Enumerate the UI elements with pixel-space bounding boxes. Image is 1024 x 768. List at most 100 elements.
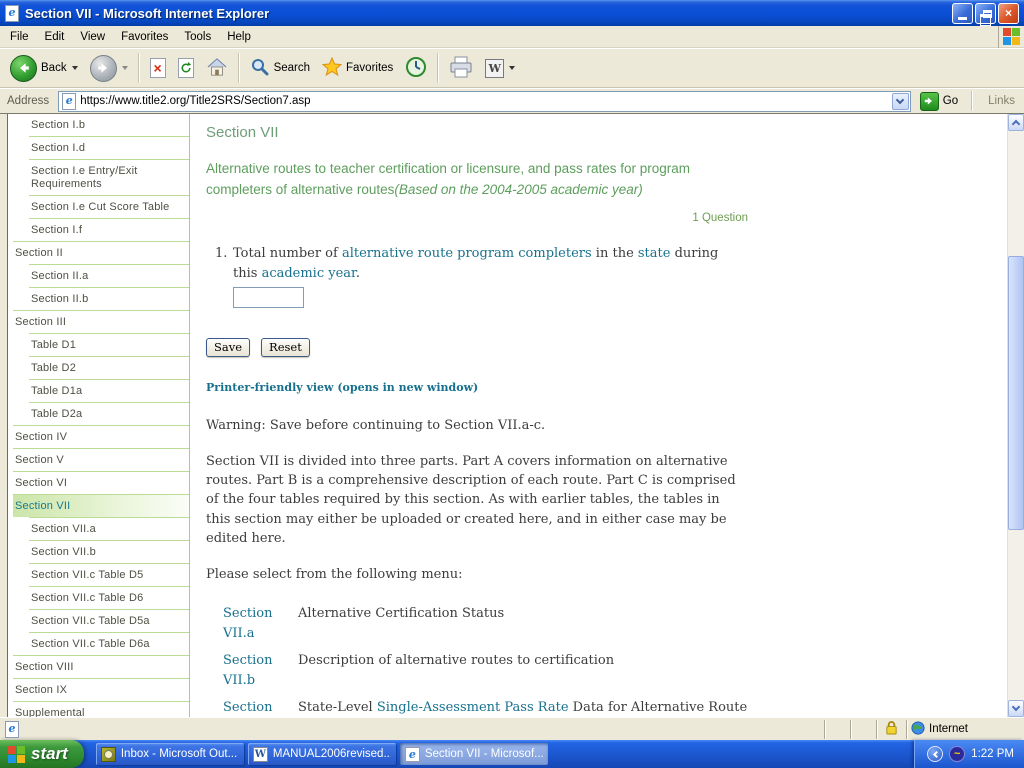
sidebar-item-section-v[interactable]: Section V <box>13 448 189 471</box>
windows-logo <box>998 25 1024 48</box>
sidebar-item-table-d1a[interactable]: Table D1a <box>29 379 189 402</box>
sidebar-item-section-ii[interactable]: Section II <box>13 241 189 264</box>
question-1: 1. Total number of alternative route pro… <box>206 244 748 308</box>
close-button[interactable]: × <box>998 2 1019 24</box>
scrollbar-track[interactable] <box>1008 131 1024 700</box>
sidebar-item-section-viii[interactable]: Section VIII <box>13 655 189 678</box>
sidebar-item-section-i-e-entry-exit-requirements[interactable]: Section I.e Entry/Exit Requirements <box>29 159 189 195</box>
ie-icon <box>404 746 420 762</box>
search-icon <box>250 57 270 80</box>
start-button[interactable]: start <box>0 740 84 768</box>
sidebar-item-supplemental[interactable]: Supplemental <box>13 701 189 717</box>
scroll-up-button[interactable] <box>1008 114 1024 131</box>
edit-dropdown-icon[interactable] <box>509 66 516 70</box>
scrollbar-thumb[interactable] <box>1008 256 1024 530</box>
address-input[interactable]: https://www.title2.org/Title2SRS/Section… <box>58 90 911 112</box>
title-bar: Section VII - Microsoft Internet Explore… <box>0 0 1024 26</box>
menu-row: Section VII.a Alternative Certification S… <box>206 604 748 643</box>
sidebar-item-section-vii-a[interactable]: Section VII.a <box>29 517 189 540</box>
page-status-icon <box>5 720 19 738</box>
sidebar-item-section-i-e-cut-score-table[interactable]: Section I.e Cut Score Table <box>29 195 189 218</box>
inline-link[interactable]: academic year <box>262 266 356 281</box>
address-dropdown-button[interactable] <box>891 92 909 110</box>
home-button[interactable] <box>200 54 234 83</box>
sidebar-item-section-vii-b[interactable]: Section VII.b <box>29 540 189 563</box>
section-menu-link[interactable]: Section VII.c <box>223 700 272 717</box>
taskbar-button[interactable]: Section VII - Microsof... <box>399 743 548 765</box>
word-edit-icon: W <box>485 58 505 78</box>
section-menu-link[interactable]: Section VII.a <box>223 606 272 641</box>
favorites-star-icon <box>321 56 343 80</box>
ie-page-icon <box>5 4 19 22</box>
sidebar-item-section-vii[interactable]: Section VII <box>13 494 189 517</box>
subtitle-note: (Based on the 2004-2005 academic year) <box>394 182 643 197</box>
status-lock-pane <box>876 719 906 739</box>
forward-icon <box>89 54 117 82</box>
outlook-icon <box>100 746 116 762</box>
window-frame <box>0 114 8 717</box>
sidebar-item-table-d2[interactable]: Table D2 <box>29 356 189 379</box>
warning-text: Warning: Save before continuing to Secti… <box>206 418 546 433</box>
refresh-button[interactable] <box>172 55 200 81</box>
refresh-icon <box>177 58 194 78</box>
section-menu-link[interactable]: Section VII.b <box>223 653 272 688</box>
sidebar-item-section-ii-b[interactable]: Section II.b <box>29 287 189 310</box>
menu-help[interactable]: Help <box>219 28 259 46</box>
windows-flag-icon <box>8 745 25 763</box>
sidebar-item-section-i-b[interactable]: Section I.b <box>29 114 189 136</box>
sidebar-item-section-vii-c-table-d6a[interactable]: Section VII.c Table D6a <box>29 632 189 655</box>
sidebar-item-section-ix[interactable]: Section IX <box>13 678 189 701</box>
reset-button[interactable]: Reset <box>261 338 310 357</box>
edit-with-word-button[interactable]: W <box>479 56 521 81</box>
text-segment: Data for Alternative Route <box>568 700 748 716</box>
sidebar-item-table-d2a[interactable]: Table D2a <box>29 402 189 425</box>
taskbar-button[interactable]: MANUAL2006revised.... <box>247 743 396 765</box>
scroll-down-button[interactable] <box>1008 700 1024 717</box>
printer-friendly-link[interactable]: Printer-friendly view (opens in new wind… <box>206 381 748 394</box>
sidebar-item-section-i-f[interactable]: Section I.f <box>29 218 189 241</box>
restore-button[interactable] <box>975 2 996 26</box>
favorites-button[interactable]: Favorites <box>316 54 399 83</box>
inline-link[interactable]: alternative route program completers <box>342 246 592 261</box>
network-activity-icon[interactable]: ~ <box>949 746 966 762</box>
back-dropdown-icon[interactable] <box>71 66 78 70</box>
sidebar-item-section-ii-a[interactable]: Section II.a <box>29 264 189 287</box>
vertical-scrollbar[interactable] <box>1007 114 1024 717</box>
menu-file[interactable]: File <box>2 28 37 46</box>
back-icon <box>10 54 37 82</box>
sidebar-item-section-vii-c-table-d5a[interactable]: Section VII.c Table D5a <box>29 609 189 632</box>
sidebar-item-section-vii-c-table-d6[interactable]: Section VII.c Table D6 <box>29 586 189 609</box>
stop-button[interactable]: × <box>144 55 172 81</box>
history-button[interactable] <box>399 53 433 84</box>
print-button[interactable] <box>443 53 479 84</box>
minimize-button[interactable] <box>952 2 973 24</box>
menu-edit[interactable]: Edit <box>37 28 73 46</box>
sidebar-item-section-iv[interactable]: Section IV <box>13 425 189 448</box>
favorites-label: Favorites <box>346 62 394 74</box>
sidebar-item-section-i-d[interactable]: Section I.d <box>29 136 189 159</box>
inline-link[interactable]: Single-Assessment Pass Rate <box>377 700 569 715</box>
sidebar-item-table-d1[interactable]: Table D1 <box>29 333 189 356</box>
menu-link-col: Section VII.b <box>223 651 295 690</box>
question-1-input[interactable] <box>233 287 304 308</box>
back-button[interactable]: Back <box>4 52 84 85</box>
taskbar-button[interactable]: Inbox - Microsoft Out... <box>95 743 244 765</box>
sidebar-item-section-iii[interactable]: Section III <box>13 310 189 333</box>
print-icon <box>449 56 473 81</box>
restore-icon <box>979 10 992 26</box>
sidebar-item-section-vi[interactable]: Section VI <box>13 471 189 494</box>
links-label[interactable]: Links <box>982 95 1021 107</box>
menu-view[interactable]: View <box>72 28 113 46</box>
save-button[interactable]: Save <box>206 338 251 357</box>
menu-tools[interactable]: Tools <box>176 28 219 46</box>
tray-chevron-button[interactable] <box>927 746 944 762</box>
section-nav-sidebar: Section I.b Section I.d Section I.e Entry/… <box>8 114 190 717</box>
forward-button[interactable] <box>84 52 134 85</box>
inline-link[interactable]: state <box>638 246 671 261</box>
go-button[interactable]: Go <box>916 91 962 111</box>
forward-dropdown-icon[interactable] <box>121 66 128 70</box>
sidebar-item-section-vii-c-table-d5[interactable]: Section VII.c Table D5 <box>29 563 189 586</box>
address-url[interactable]: https://www.title2.org/Title2SRS/Section… <box>80 95 888 107</box>
menu-favorites[interactable]: Favorites <box>113 28 176 46</box>
search-button[interactable]: Search <box>244 54 316 83</box>
